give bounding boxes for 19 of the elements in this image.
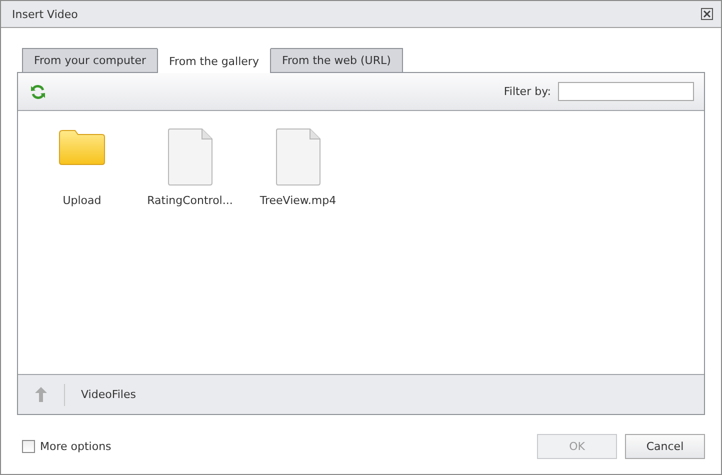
file-name[interactable]: TreeView.mp4 [260,194,336,207]
window-title: Insert Video [12,8,79,20]
refresh-icon[interactable] [30,84,46,100]
folder-path: VideoFiles [81,388,136,401]
dialog-button[interactable]: Cancel [625,434,705,459]
file-name[interactable]: RatingControl... [147,194,233,207]
file-icon[interactable] [167,128,213,186]
tab[interactable]: From the web (URL) [270,48,403,72]
filter-label: Filter by: [504,85,551,98]
tab[interactable]: From your computer [22,48,158,72]
up-arrow-icon[interactable] [35,387,47,402]
checkbox[interactable] [22,440,35,453]
file-icon[interactable] [275,128,321,186]
tab[interactable]: From the gallery [157,48,271,73]
file-name[interactable]: Upload [62,194,102,207]
filter-field[interactable] [558,82,694,101]
close-icon[interactable] [701,8,713,20]
folder-icon[interactable] [58,128,106,166]
checkbox-label: More options [40,440,112,453]
